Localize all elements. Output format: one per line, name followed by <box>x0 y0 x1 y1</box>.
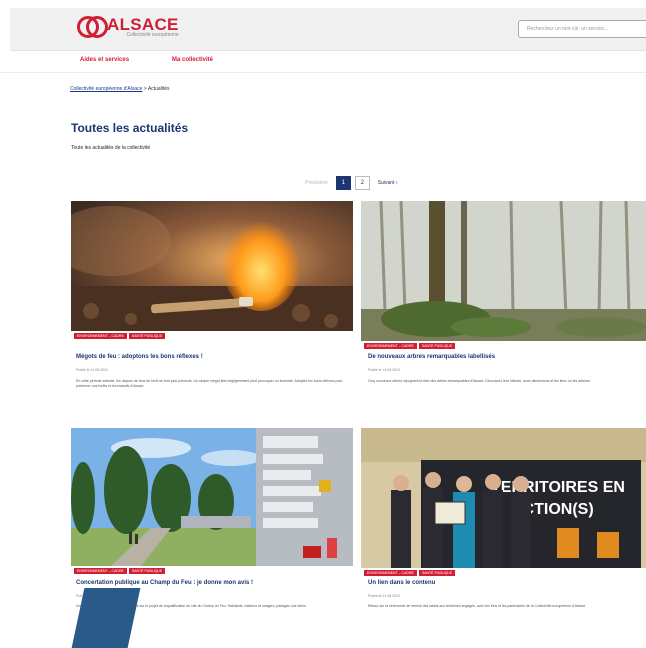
chevron-right-icon: › <box>395 180 398 186</box>
news-card-text: Retour sur la cérémonie de remise des la… <box>368 604 587 608</box>
pagination-page-2[interactable]: 2 <box>354 176 370 190</box>
news-card-text: Cinq nouveaux arbres rejoignent la liste… <box>368 379 591 383</box>
nav-item-aides-services[interactable]: Aides et services <box>80 57 129 63</box>
news-card-date: Publié le 21.08.2024 <box>76 368 108 372</box>
pagination-page-1[interactable]: 1 <box>335 176 351 190</box>
tag[interactable]: SANTÉ PUBLIQUE <box>418 570 456 576</box>
logo-title: ALSACE <box>107 15 179 34</box>
tag[interactable]: ENVIRONNEMENT – CADRE <box>364 343 417 349</box>
news-card-tags: ENVIRONNEMENT – CADRE SANTÉ PUBLIQUE <box>364 570 456 576</box>
breadcrumb-home-link[interactable]: Collectivité européenne d'Alsace <box>70 86 142 92</box>
tag[interactable]: SANTÉ PUBLIQUE <box>128 333 166 339</box>
breadcrumb-current: Actualités <box>147 86 170 92</box>
news-card-title[interactable]: Un lien dans le contenu <box>368 580 435 586</box>
news-card-image <box>71 428 353 566</box>
search-input[interactable]: Recherchez un mot-clé, un service... <box>518 20 646 38</box>
news-card-image <box>71 201 353 331</box>
tag[interactable]: ENVIRONNEMENT – CADRE <box>74 568 127 574</box>
news-card-tags: ENVIRONNEMENT – CADRE SANTÉ PUBLIQUE <box>74 568 166 574</box>
news-card-title[interactable]: De nouveaux arbres remarquables labellis… <box>368 354 495 360</box>
nav-item-ma-collectivite[interactable]: Ma collectivité <box>172 57 213 63</box>
news-card-image: TERRITOIRES EN ACTION(S) <box>361 428 646 568</box>
pagination-prev[interactable]: Précédent <box>305 180 328 186</box>
news-card-date: Publié le 14.08.2024 <box>368 368 400 372</box>
tag[interactable]: SANTÉ PUBLIQUE <box>418 343 456 349</box>
page-subtitle: Toute les actualités de la collectivité <box>71 145 151 151</box>
news-card-text: En cette période estivale, les risques d… <box>76 379 343 388</box>
news-card-title[interactable]: Mégots de feu : adoptons les bons réflex… <box>76 354 203 360</box>
logo-rings-icon <box>77 14 108 40</box>
news-card-date: Publié le 01.08.2024 <box>368 594 400 598</box>
news-card-tags: ENVIRONNEMENT – CADRE SANTÉ PUBLIQUE <box>74 333 166 339</box>
alsace-logo[interactable]: ALSACE Collectivité européenne <box>77 14 179 40</box>
tag[interactable]: ENVIRONNEMENT – CADRE <box>74 333 127 339</box>
breadcrumb-separator: > <box>143 86 147 92</box>
news-card-title[interactable]: Concertation publique au Champ du Feu : … <box>76 580 253 586</box>
breadcrumb: Collectivité européenne d'Alsace > Actua… <box>70 86 170 92</box>
news-card-image <box>361 201 646 341</box>
page-title: Toutes les actualités <box>71 121 189 135</box>
news-card-tags: ENVIRONNEMENT – CADRE SANTÉ PUBLIQUE <box>364 343 456 349</box>
tag[interactable]: SANTÉ PUBLIQUE <box>128 568 166 574</box>
pagination: Précédent 1 2 Suivant › <box>305 176 398 190</box>
pagination-next-label: Suivant <box>377 180 395 186</box>
decorative-shape <box>71 588 141 648</box>
tag[interactable]: ENVIRONNEMENT – CADRE <box>364 570 417 576</box>
pagination-next[interactable]: Suivant › <box>378 180 398 186</box>
main-nav: Aides et services Ma collectivité <box>0 50 646 73</box>
top-header: ALSACE Collectivité européenne Recherche… <box>10 8 646 51</box>
